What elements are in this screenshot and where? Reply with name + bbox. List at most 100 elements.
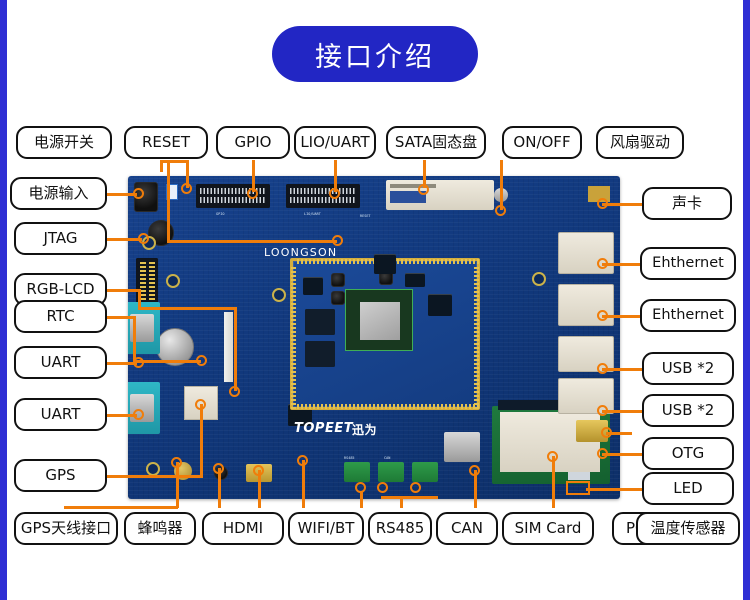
callout-sata-ssd[interactable]: SATA固态盘	[386, 126, 486, 159]
callout-ethernet-1[interactable]: Ehthernet	[640, 247, 736, 280]
callout-gps-label: GPS	[45, 466, 76, 484]
callout-gps-antenna[interactable]: GPS天线接口	[14, 512, 118, 545]
marker-uart-2	[133, 409, 144, 420]
silkscreen-topeet: TOPEET	[294, 421, 354, 436]
marker-power-input	[133, 188, 144, 199]
leader-sound-card	[602, 203, 642, 206]
callout-rs485[interactable]: RS485	[368, 512, 432, 545]
callout-gps-antenna-label: GPS天线接口	[20, 519, 112, 537]
marker-gps-antenna	[171, 457, 182, 468]
leader-ethernet-2	[602, 315, 642, 318]
callout-usb-1[interactable]: USB *2	[642, 352, 734, 385]
marker-hdmi	[253, 465, 264, 476]
callout-otg[interactable]: OTG	[642, 437, 734, 470]
callout-usb-2-label: USB *2	[661, 401, 715, 419]
callout-rs485-label: RS485	[375, 519, 425, 537]
marker-reset	[332, 235, 343, 246]
marker-rs485	[355, 482, 366, 493]
support-ic-2	[428, 294, 452, 316]
support-ic-1	[374, 254, 396, 274]
callout-gpio-label: GPIO	[234, 133, 272, 151]
leader-jtag	[107, 238, 142, 241]
callout-buzzer-label: 蜂鸣器	[137, 519, 183, 537]
ddr-chip-1	[305, 309, 335, 335]
marker-jtag	[138, 233, 149, 244]
mounting-hole-3	[272, 288, 286, 302]
callout-uart-2[interactable]: UART	[14, 398, 107, 431]
marker-usb-2	[597, 405, 608, 416]
callout-hdmi[interactable]: HDMI	[202, 512, 284, 545]
leader-gps-antenna-h	[64, 506, 178, 509]
marker-rgb-lcd	[229, 386, 240, 397]
leader-reset-h	[167, 240, 337, 243]
leader-gps-v	[200, 404, 203, 476]
som-regulator	[405, 273, 425, 287]
marker-uart-1	[133, 357, 144, 368]
callout-can[interactable]: CAN	[436, 512, 498, 545]
callout-led[interactable]: LED	[642, 472, 734, 505]
leader-usb-2	[602, 410, 642, 413]
callout-rtc-label: RTC	[46, 307, 75, 325]
callout-power-switch[interactable]: 电源开关	[16, 126, 112, 159]
callout-ethernet-2[interactable]: Ehthernet	[640, 299, 736, 332]
callout-usb-2[interactable]: USB *2	[642, 394, 734, 427]
callout-temp-sensor[interactable]: 温度传感器	[636, 512, 740, 545]
callout-on-off-label: ON/OFF	[513, 133, 571, 151]
callout-lio-uart[interactable]: LIO/UART	[294, 126, 376, 159]
marker-usb-1	[597, 363, 608, 374]
leader-rgb-lcd-v2	[234, 307, 237, 391]
callout-on-off[interactable]: ON/OFF	[502, 126, 582, 159]
page-title: 接口介绍	[315, 41, 435, 73]
marker-power-switch	[181, 183, 192, 194]
marker-onoff	[495, 205, 506, 216]
callout-can-label: CAN	[451, 519, 483, 537]
callout-reset[interactable]: RESET	[124, 126, 208, 159]
callout-sound-card[interactable]: 声卡	[642, 187, 732, 220]
callout-temp-sensor-label: 温度传感器	[650, 519, 726, 537]
leader-reset-v	[167, 160, 170, 242]
callout-buzzer[interactable]: 蜂鸣器	[124, 512, 196, 545]
callout-power-input[interactable]: 电源输入	[10, 177, 107, 210]
callout-otg-label: OTG	[671, 444, 705, 462]
callout-sim-card[interactable]: SIM Card	[502, 512, 594, 545]
callout-rtc[interactable]: RTC	[14, 300, 107, 333]
leader-rs485	[360, 492, 363, 508]
som-pads-left	[291, 265, 296, 409]
marker-wifi-bt	[297, 455, 308, 466]
soc-die	[360, 302, 400, 340]
callout-gpio[interactable]: GPIO	[216, 126, 290, 159]
silk-rs485: RS485	[344, 456, 355, 460]
mounting-hole-4	[532, 272, 546, 286]
callout-jtag[interactable]: JTAG	[14, 222, 107, 255]
callout-hdmi-label: HDMI	[222, 519, 264, 537]
callout-power-input-label: 电源输入	[28, 184, 89, 202]
rgb-lcd-fpc-connector	[224, 312, 233, 382]
leader-rgb-lcd-h	[107, 289, 140, 292]
marker-can-1	[377, 482, 388, 493]
leader-rtc-v	[133, 316, 136, 362]
leader-led	[620, 488, 642, 491]
callout-jtag-label: JTAG	[43, 229, 78, 247]
callout-gps[interactable]: GPS	[14, 459, 107, 492]
leader-rgb-lcd-v	[138, 289, 141, 309]
leader-usb-1	[602, 368, 642, 371]
leader-ethernet-1	[602, 263, 642, 266]
marker-otg	[597, 448, 608, 459]
callout-ethernet-1-label: Ehthernet	[652, 255, 724, 272]
leader-rgb-lcd-h2	[138, 307, 236, 310]
can-terminal-block-1	[378, 462, 404, 482]
callout-uart-1[interactable]: UART	[14, 346, 107, 379]
callout-fan-driver[interactable]: 风扇驱动	[596, 126, 684, 159]
leader-gps-h	[107, 475, 203, 478]
gpio-pins-row2	[200, 197, 266, 203]
callout-sim-card-label: SIM Card	[514, 519, 582, 537]
page-left-rail	[0, 0, 7, 600]
marker-can-2	[410, 482, 421, 493]
lio-uart-pins-row1	[290, 188, 356, 194]
leader-led-h2	[586, 488, 620, 491]
marker-sim-card	[469, 465, 480, 476]
marker-gpio	[247, 188, 258, 199]
marker-pcie-4g	[547, 451, 558, 462]
callout-wifi-bt[interactable]: WIFI/BT	[288, 512, 364, 545]
marker-ethernet-2	[597, 310, 608, 321]
